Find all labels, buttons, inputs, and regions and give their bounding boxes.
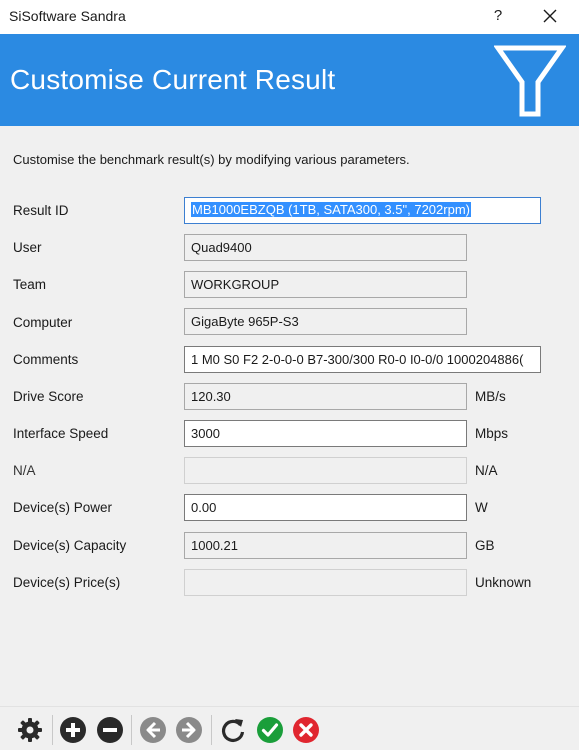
result-id-value: MB1000EBZQB (1TB, SATA300, 3.5", 7202rpm…: [191, 202, 471, 217]
window-title: SiSoftware Sandra: [9, 8, 126, 24]
interface-speed-field[interactable]: 3000: [184, 420, 467, 447]
toolbar-separator: [52, 715, 53, 745]
computer-field: GigaByte 965P-S3: [184, 308, 467, 335]
close-icon: [543, 9, 557, 23]
drive-score-field: 120.30: [184, 383, 467, 410]
na-field: [184, 457, 467, 484]
cancel-icon[interactable]: [292, 716, 320, 744]
interface-speed-label: Interface Speed: [13, 426, 109, 441]
page-title: Customise Current Result: [10, 64, 336, 95]
ok-icon[interactable]: [256, 716, 284, 744]
header-banner: Customise Current Result: [0, 34, 579, 126]
device-price-unit: Unknown: [475, 575, 532, 590]
drive-score-unit: MB/s: [475, 389, 506, 404]
gear-icon[interactable]: [16, 716, 44, 744]
device-capacity-field: 1000.21: [184, 532, 467, 559]
toolbar-separator: [211, 715, 212, 745]
remove-icon[interactable]: [96, 716, 124, 744]
computer-label: Computer: [13, 315, 73, 330]
result-id-field[interactable]: MB1000EBZQB (1TB, SATA300, 3.5", 7202rpm…: [184, 197, 541, 224]
help-button[interactable]: ?: [487, 4, 509, 28]
user-field: Quad9400: [184, 234, 467, 261]
na-label: N/A: [13, 463, 36, 478]
back-icon[interactable]: [139, 716, 167, 744]
device-capacity-unit: GB: [475, 538, 495, 553]
add-icon[interactable]: [59, 716, 87, 744]
toolbar-separator: [131, 715, 132, 745]
comments-field[interactable]: 1 M0 S0 F2 2-0-0-0 B7-300/300 R0-0 I0-0/…: [184, 346, 541, 373]
forward-icon[interactable]: [175, 716, 203, 744]
comments-label: Comments: [13, 352, 79, 367]
device-power-field[interactable]: 0.00: [184, 494, 467, 521]
na-unit: N/A: [475, 463, 498, 478]
close-button[interactable]: [538, 4, 562, 28]
device-price-field: [184, 569, 467, 596]
description-text: Customise the benchmark result(s) by mod…: [13, 152, 410, 167]
drive-score-label: Drive Score: [13, 389, 84, 404]
title-bar: SiSoftware Sandra ?: [0, 0, 579, 34]
device-price-label: Device(s) Price(s): [13, 575, 121, 590]
filter-icon: [494, 45, 566, 117]
device-capacity-label: Device(s) Capacity: [13, 538, 127, 553]
device-power-unit: W: [475, 500, 488, 515]
result-id-label: Result ID: [13, 203, 69, 218]
interface-speed-unit: Mbps: [475, 426, 509, 441]
device-power-label: Device(s) Power: [13, 500, 113, 515]
team-label: Team: [13, 277, 47, 292]
refresh-icon[interactable]: [219, 716, 247, 744]
team-field: WORKGROUP: [184, 271, 467, 298]
bottom-toolbar: [0, 706, 579, 750]
user-label: User: [13, 240, 42, 255]
